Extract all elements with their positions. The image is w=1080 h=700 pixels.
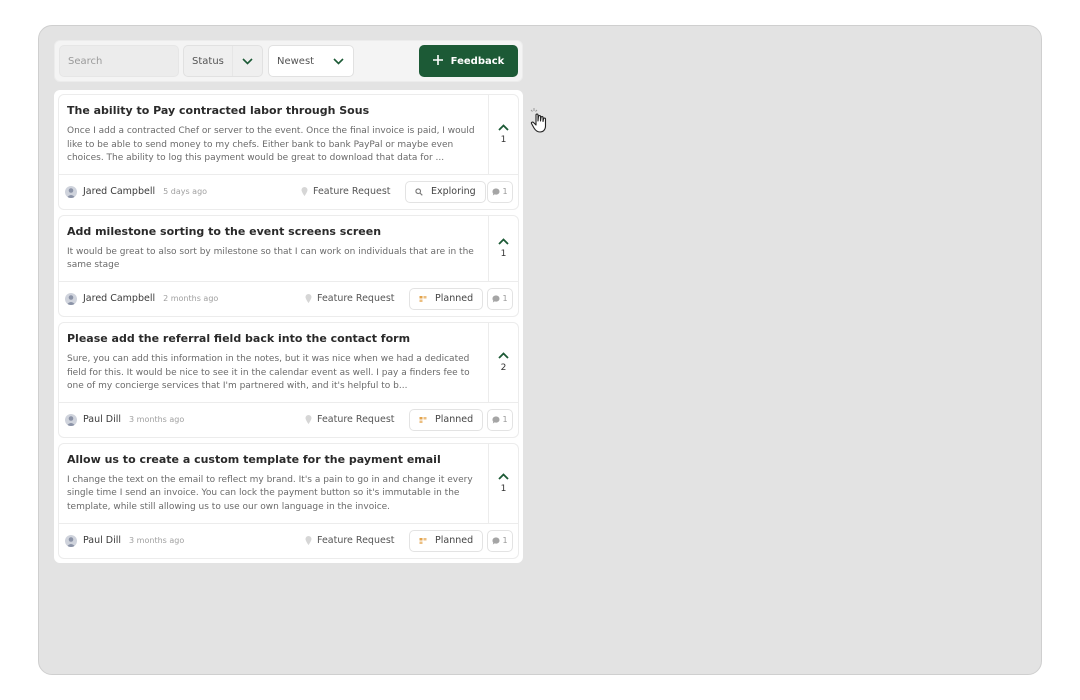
category-label: Feature Request xyxy=(313,186,391,198)
comment-count: 1 xyxy=(502,415,508,425)
status-badge: Exploring xyxy=(405,180,486,203)
status-label: Planned xyxy=(435,535,474,547)
chevron-up-icon xyxy=(498,238,509,245)
sort-label: Newest xyxy=(277,55,315,67)
toolbar: Status Newest Feedback xyxy=(54,40,523,82)
chevron-down-icon xyxy=(232,46,262,76)
post-title[interactable]: Please add the referral field back into … xyxy=(67,332,480,346)
post-card[interactable]: Allow us to create a custom template for… xyxy=(58,442,519,559)
category-label: Feature Request xyxy=(317,414,395,426)
post-title[interactable]: Add milestone sorting to the event scree… xyxy=(67,225,480,239)
post-description: I change the text on the email to reflec… xyxy=(67,474,473,512)
feedback-button-label: Feedback xyxy=(450,55,505,67)
author-name: Paul Dill xyxy=(83,535,122,547)
post-time: 5 days ago xyxy=(163,187,208,197)
hand-cursor-icon xyxy=(528,106,554,138)
post-list: The ability to Pay contracted labor thro… xyxy=(54,90,523,563)
comments-button[interactable]: 1 xyxy=(487,408,513,431)
search-input[interactable] xyxy=(59,45,179,77)
category-label: Feature Request xyxy=(317,293,395,305)
avatar xyxy=(65,292,77,305)
chevron-down-icon xyxy=(323,46,353,76)
post-description: Once I add a contracted Chef or server t… xyxy=(67,126,475,164)
status-label: Planned xyxy=(435,293,474,305)
post-time: 3 months ago xyxy=(129,536,185,546)
post-category: Feature Request xyxy=(305,535,395,546)
avatar xyxy=(65,534,77,547)
vote-count: 1 xyxy=(500,248,507,259)
comment-count: 1 xyxy=(502,294,508,304)
post-time: 2 months ago xyxy=(163,294,219,304)
upvote-button[interactable]: 2 xyxy=(488,322,518,402)
status-filter-label: Status xyxy=(192,55,224,67)
comment-icon xyxy=(492,188,500,196)
category-label: Feature Request xyxy=(317,535,395,547)
pin-icon xyxy=(301,187,308,197)
sort-dropdown[interactable]: Newest xyxy=(268,45,354,77)
post-category: Feature Request xyxy=(305,293,395,304)
comment-icon xyxy=(492,416,500,424)
post-title[interactable]: Allow us to create a custom template for… xyxy=(67,453,480,467)
vote-count: 1 xyxy=(500,134,507,145)
author-name: Paul Dill xyxy=(83,414,122,426)
comments-button[interactable]: 1 xyxy=(487,180,513,203)
comments-button[interactable]: 1 xyxy=(487,287,513,310)
post-card[interactable]: The ability to Pay contracted labor thro… xyxy=(58,94,519,210)
planned-icon xyxy=(419,416,427,423)
pin-icon xyxy=(305,536,312,546)
post-card[interactable]: Please add the referral field back into … xyxy=(58,321,519,438)
plus-icon xyxy=(432,54,443,68)
post-description: It would be great to also sort by milest… xyxy=(67,246,474,271)
post-title[interactable]: The ability to Pay contracted labor thro… xyxy=(67,104,480,118)
pin-icon xyxy=(305,294,312,304)
author-name: Jared Campbell xyxy=(83,293,156,305)
upvote-button[interactable]: 1 xyxy=(488,443,518,523)
status-label: Planned xyxy=(435,414,474,426)
status-filter-dropdown[interactable]: Status xyxy=(183,45,263,77)
comment-icon xyxy=(492,537,500,545)
post-category: Feature Request xyxy=(305,414,395,425)
comment-count: 1 xyxy=(502,536,508,546)
author-name: Jared Campbell xyxy=(83,186,156,198)
upvote-button[interactable]: 1 xyxy=(488,95,518,174)
pin-icon xyxy=(305,415,312,425)
feedback-panel: Status Newest Feedback xyxy=(54,40,523,563)
vote-count: 1 xyxy=(500,483,507,494)
avatar xyxy=(65,185,77,198)
planned-icon xyxy=(419,295,427,302)
search-icon xyxy=(415,188,423,196)
post-time: 3 months ago xyxy=(129,415,185,425)
status-label: Exploring xyxy=(431,186,476,198)
status-badge: Planned xyxy=(409,529,484,552)
post-description: Sure, you can add this information in th… xyxy=(67,353,470,392)
chevron-up-icon xyxy=(498,472,509,480)
post-category: Feature Request xyxy=(301,186,391,197)
avatar xyxy=(65,413,77,426)
post-card[interactable]: Add milestone sorting to the event scree… xyxy=(58,214,519,317)
status-badge: Planned xyxy=(409,408,484,431)
status-badge: Planned xyxy=(409,287,484,310)
chevron-up-icon xyxy=(498,124,509,131)
comment-icon xyxy=(492,295,500,303)
chevron-up-icon xyxy=(498,352,509,359)
add-feedback-button[interactable]: Feedback xyxy=(419,45,518,77)
vote-count: 2 xyxy=(500,362,507,373)
upvote-button[interactable]: 1 xyxy=(488,215,518,281)
comment-count: 1 xyxy=(502,187,508,197)
comments-button[interactable]: 1 xyxy=(487,529,513,552)
planned-icon xyxy=(419,537,427,544)
